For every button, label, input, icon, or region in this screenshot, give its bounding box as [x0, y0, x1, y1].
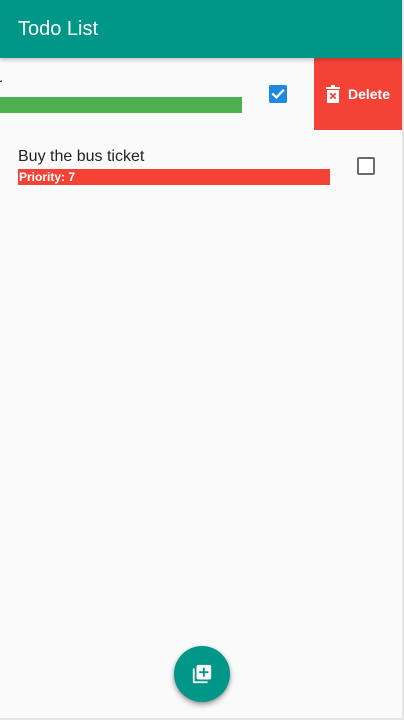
trash-icon	[325, 85, 340, 103]
todo-item[interactable]: Buy the bus ticket Priority: 7	[0, 130, 402, 202]
add-todo-button[interactable]	[174, 646, 230, 702]
priority-bar	[0, 97, 242, 113]
app-screen: Todo List er Delete Buy the bus ticket P	[0, 0, 404, 720]
add-to-library-icon	[192, 664, 212, 684]
delete-button[interactable]: Delete	[314, 58, 402, 130]
app-title: Todo List	[18, 18, 99, 40]
delete-label: Delete	[347, 86, 391, 102]
todo-item-swiped[interactable]: er Delete	[0, 58, 402, 130]
todo-item-content[interactable]: er	[0, 58, 314, 130]
check-icon	[271, 89, 285, 99]
todo-title: Buy the bus ticket	[18, 148, 145, 165]
todo-checkbox[interactable]	[357, 157, 375, 175]
todo-checkbox-checked[interactable]	[269, 85, 287, 103]
todo-title: er	[0, 75, 2, 95]
priority-bar: Priority: 7	[18, 169, 330, 185]
app-bar: Todo List	[0, 0, 402, 58]
